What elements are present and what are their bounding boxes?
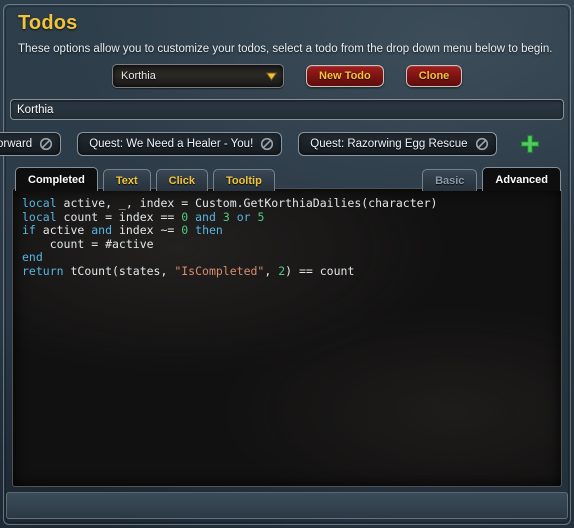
- tab-tooltip[interactable]: Tooltip: [212, 169, 275, 191]
- tab-basic[interactable]: Basic: [422, 169, 478, 191]
- tag-label: Quest: We Need a Healer - You!: [89, 138, 254, 150]
- tab-click[interactable]: Click: [155, 169, 208, 191]
- plus-icon[interactable]: [519, 133, 541, 155]
- code-token: local: [22, 196, 57, 210]
- code-token: active: [35, 223, 92, 238]
- tag-chip[interactable]: Forward: [0, 132, 62, 156]
- tab-advanced[interactable]: Advanced: [482, 167, 561, 191]
- addon-window: Todos These options allow you to customi…: [0, 0, 574, 528]
- code-token: if: [22, 223, 36, 238]
- code-token: and: [195, 209, 216, 224]
- clone-button[interactable]: Clone: [405, 65, 463, 87]
- chevron-down-icon[interactable]: [265, 70, 278, 83]
- code-token: 3: [222, 209, 230, 224]
- control-row: Korthia New Todo Clone: [112, 64, 463, 88]
- code-token: count = #active: [22, 236, 154, 251]
- code-token: index ~=: [112, 223, 182, 238]
- tag-label: Quest: Razorwing Egg Rescue: [310, 138, 468, 150]
- code-token: "IsCompleted": [174, 263, 265, 278]
- todo-dropdown[interactable]: Korthia: [112, 64, 284, 88]
- code-token: then: [195, 223, 223, 238]
- tab-group-right: Basic Advanced: [422, 167, 561, 191]
- code-token: and: [91, 223, 113, 238]
- code-token: ) == count: [285, 263, 355, 278]
- tab-group-left: Completed Text Click Tooltip: [15, 167, 275, 191]
- code-token: local: [22, 209, 57, 224]
- page-title: Todos: [18, 12, 78, 34]
- tag-chip[interactable]: Quest: Razorwing Egg Rescue: [298, 132, 497, 156]
- page-subtitle: These options allow you to customize you…: [18, 43, 553, 55]
- ban-circle-icon[interactable]: [260, 137, 274, 151]
- new-todo-button[interactable]: New Todo: [306, 65, 384, 87]
- code-token: ,: [264, 263, 279, 278]
- code-token: return: [22, 263, 64, 278]
- code-editor[interactable]: local active, _, index = Custom.GetKorth…: [12, 188, 562, 487]
- tag-label: Forward: [0, 138, 33, 150]
- ban-circle-icon[interactable]: [475, 137, 489, 151]
- tab-completed[interactable]: Completed: [15, 167, 98, 191]
- todo-name-input[interactable]: Korthia: [10, 99, 564, 120]
- todo-dropdown-value: Korthia: [121, 70, 156, 82]
- tag-list: Forward Quest: We Need a Healer - You! Q…: [0, 131, 574, 157]
- tag-chip[interactable]: Quest: We Need a Healer - You!: [77, 132, 283, 156]
- ban-circle-icon[interactable]: [39, 137, 53, 151]
- code-token: end: [22, 250, 43, 265]
- header: Todos These options allow you to customi…: [18, 12, 552, 55]
- code-token: tCount(states,: [63, 263, 175, 278]
- code-token: active, _, index = Custom.GetKorthiaDail…: [56, 196, 438, 210]
- code-token: or: [236, 209, 251, 224]
- tab-text[interactable]: Text: [102, 169, 151, 191]
- footer-bar: [6, 492, 568, 519]
- code-token: 5: [257, 209, 265, 224]
- todo-name-value: Korthia: [17, 103, 54, 116]
- code-token: count = index ==: [56, 209, 182, 224]
- code-editor-content: local active, _, index = Custom.GetKorth…: [22, 196, 561, 279]
